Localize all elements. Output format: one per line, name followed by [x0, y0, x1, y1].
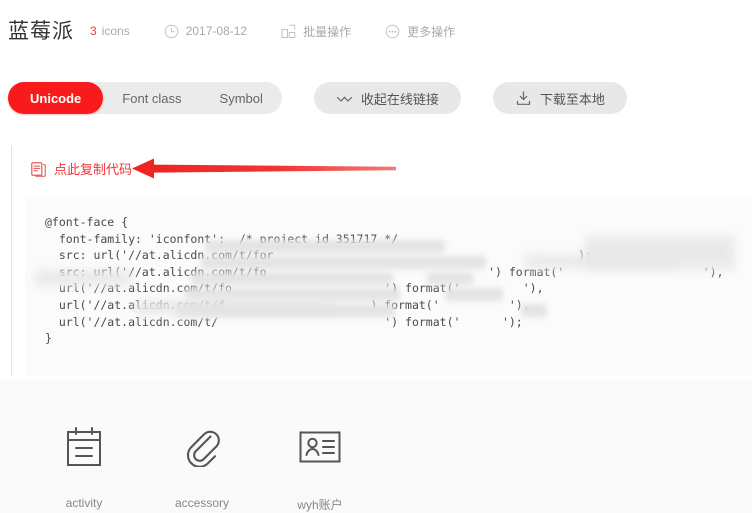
tab-font-class[interactable]: Font class [103, 82, 200, 114]
code-line: url('//at.alicdn.com/t/ ') format(' '); [45, 314, 523, 329]
download-local-label: 下载至本地 [539, 91, 605, 107]
code-lines: @font-face { font-family: 'iconfont'; /*… [45, 214, 745, 347]
redacted-region [35, 270, 131, 286]
more-dots-icon [385, 24, 400, 39]
icon-cell-activity[interactable]: activity [25, 424, 143, 513]
redacted-region [191, 272, 393, 285]
code-line: @font-face { [45, 215, 129, 229]
tab-unicode[interactable]: Unicode [8, 82, 104, 114]
collapse-online-link-label: 收起在线链接 [360, 91, 439, 107]
redacted-region [521, 304, 547, 317]
batch-action[interactable]: 批量操作 [281, 23, 351, 40]
clock-icon [164, 24, 179, 39]
code-line: } [45, 331, 52, 346]
redacted-region [201, 256, 486, 269]
left-divider-rail [11, 146, 12, 376]
batch-grid-icon [281, 24, 296, 39]
icon-cell-accessory[interactable]: accessory [143, 424, 261, 513]
copy-code-label: 点此复制代码 [54, 162, 133, 177]
icon-label: activity [65, 496, 103, 510]
format-tab-group: Unicode Font class Symbol [8, 82, 282, 114]
link-collapse-icon [336, 90, 353, 107]
more-action-label: 更多操作 [407, 24, 456, 39]
clipboard-icon [61, 424, 107, 470]
collapse-online-link-button[interactable]: 收起在线链接 [313, 82, 461, 114]
page-root: 蓝莓派 3 icons 2017-08-12 批量操作 更多操作 Unicode… [0, 0, 752, 512]
id-card-icon [297, 424, 343, 470]
icon-grid: activity accessory wyh账户 [25, 424, 745, 513]
project-date: 2017-08-12 [164, 24, 247, 39]
copy-document-icon [31, 161, 46, 177]
download-icon [515, 90, 532, 107]
download-local-button[interactable]: 下载至本地 [492, 82, 627, 114]
tab-symbol[interactable]: Symbol [201, 82, 282, 114]
icon-cell-wyh-account[interactable]: wyh账户 [261, 424, 379, 513]
font-face-code-panel[interactable]: @font-face { font-family: 'iconfont'; /*… [25, 196, 752, 376]
redacted-region [585, 236, 735, 270]
project-header: 蓝莓派 3 icons 2017-08-12 批量操作 更多操作 [8, 14, 748, 48]
page-title: 蓝莓派 [8, 19, 74, 43]
more-action[interactable]: 更多操作 [385, 23, 455, 40]
icon-label: accessory [174, 496, 230, 510]
icon-label: wyh账户 [297, 498, 343, 512]
copy-code-link[interactable]: 点此复制代码 [31, 159, 132, 178]
redacted-region [205, 240, 445, 253]
paperclip-icon [179, 424, 225, 470]
icon-count: 3 [90, 24, 97, 38]
project-date-label: 2017-08-12 [185, 24, 248, 38]
annotation-arrow-icon [128, 152, 398, 186]
controls-row: Unicode Font class Symbol 收起在线链接 下载至本地 [8, 81, 627, 115]
batch-action-label: 批量操作 [303, 24, 352, 39]
redacted-region [427, 272, 473, 285]
icon-count-unit: icons [101, 24, 130, 38]
redacted-region [177, 304, 395, 317]
redacted-region [445, 288, 503, 301]
